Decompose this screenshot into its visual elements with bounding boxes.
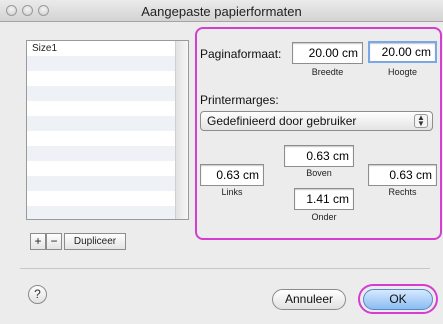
height-label: Hoogte bbox=[387, 67, 418, 77]
margin-bottom-label: Onder bbox=[311, 212, 337, 222]
paper-width-field[interactable]: 20.00 cm bbox=[292, 42, 363, 64]
margin-top-label: Boven bbox=[306, 168, 332, 178]
help-button[interactable]: ? bbox=[28, 285, 47, 304]
margins-label: Printermarges: bbox=[200, 93, 279, 107]
duplicate-button[interactable]: Dupliceer bbox=[64, 233, 126, 250]
list-empty-row bbox=[27, 56, 188, 71]
title-bar: Aangepaste papierformaten bbox=[0, 0, 443, 22]
popup-arrows-icon: ▲ ▼ bbox=[414, 114, 428, 128]
list-empty-row bbox=[27, 191, 188, 206]
paper-height-field[interactable]: 20.00 cm bbox=[368, 41, 437, 63]
list-scrollbar[interactable] bbox=[175, 41, 188, 219]
remove-size-button[interactable]: − bbox=[46, 233, 62, 250]
list-empty-row bbox=[27, 116, 188, 131]
list-empty-row bbox=[27, 86, 188, 101]
cancel-button[interactable]: Annuleer bbox=[272, 289, 346, 310]
ok-button[interactable]: OK bbox=[363, 289, 433, 310]
list-empty-row bbox=[27, 146, 188, 161]
list-empty-row bbox=[27, 161, 188, 176]
window-title: Aangepaste papierformaten bbox=[141, 4, 302, 19]
footer-divider bbox=[20, 268, 430, 269]
paper-size-list[interactable]: Size1 bbox=[26, 40, 189, 220]
margins-preset-select[interactable]: Gedefinieerd door gebruiker ▲ ▼ bbox=[200, 111, 433, 131]
margin-bottom-field[interactable]: 1.41 cm bbox=[294, 188, 354, 210]
margins-preset-value: Gedefinieerd door gebruiker bbox=[207, 114, 357, 128]
list-empty-row bbox=[27, 131, 188, 146]
margin-top-field[interactable]: 0.63 cm bbox=[284, 145, 354, 167]
add-size-button[interactable]: + bbox=[30, 233, 46, 250]
width-label: Breedte bbox=[311, 67, 344, 77]
margin-right-field[interactable]: 0.63 cm bbox=[368, 164, 437, 186]
margin-left-label: Links bbox=[221, 187, 243, 197]
margin-right-label: Rechts bbox=[388, 187, 417, 197]
list-item[interactable]: Size1 bbox=[27, 41, 188, 56]
paper-size-label: Paginaformaat: bbox=[200, 47, 282, 61]
list-empty-row bbox=[27, 176, 188, 191]
list-empty-row bbox=[27, 101, 188, 116]
list-empty-row bbox=[27, 206, 188, 219]
margin-left-field[interactable]: 0.63 cm bbox=[200, 164, 264, 186]
list-empty-row bbox=[27, 71, 188, 86]
